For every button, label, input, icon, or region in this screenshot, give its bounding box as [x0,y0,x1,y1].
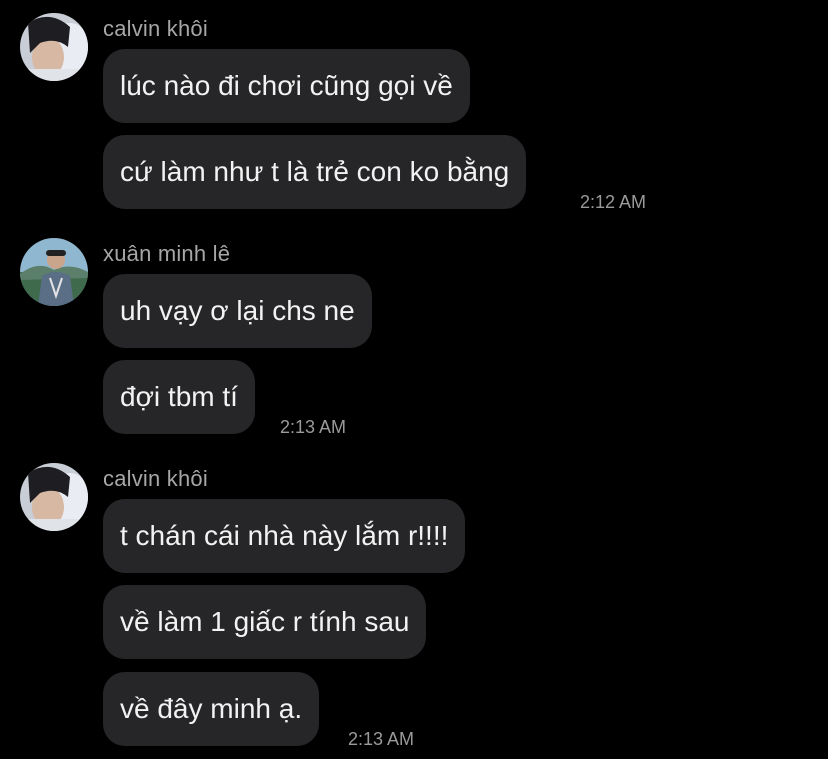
avatar-calvin-khoi[interactable] [20,13,88,81]
sender-name: calvin khôi [103,466,208,491]
avatar-calvin-khoi[interactable] [20,463,88,531]
message-bubble[interactable]: uh vạy ơ lại chs ne [103,274,372,348]
message-bubble[interactable]: t chán cái nhà này lắm r!!!! [103,499,466,573]
timestamp: 2:13 AM [280,417,347,437]
message-bubble[interactable]: cứ làm như t là trẻ con ko bằng [103,135,527,209]
message-bubble[interactable]: về làm 1 giấc r tính sau [103,585,427,659]
message-bubble[interactable]: lúc nào đi chơi cũng gọi về [103,49,470,123]
avatar-xuan-minh-le[interactable] [20,238,88,306]
timestamp: 2:12 AM [580,192,647,212]
timestamp: 2:13 AM [348,729,415,749]
message-bubble[interactable]: về đây minh ạ. [103,672,320,746]
sender-name: calvin khôi [103,16,208,41]
sender-name: xuân minh lê [103,241,231,266]
message-bubble[interactable]: đợi tbm tí [103,360,255,434]
